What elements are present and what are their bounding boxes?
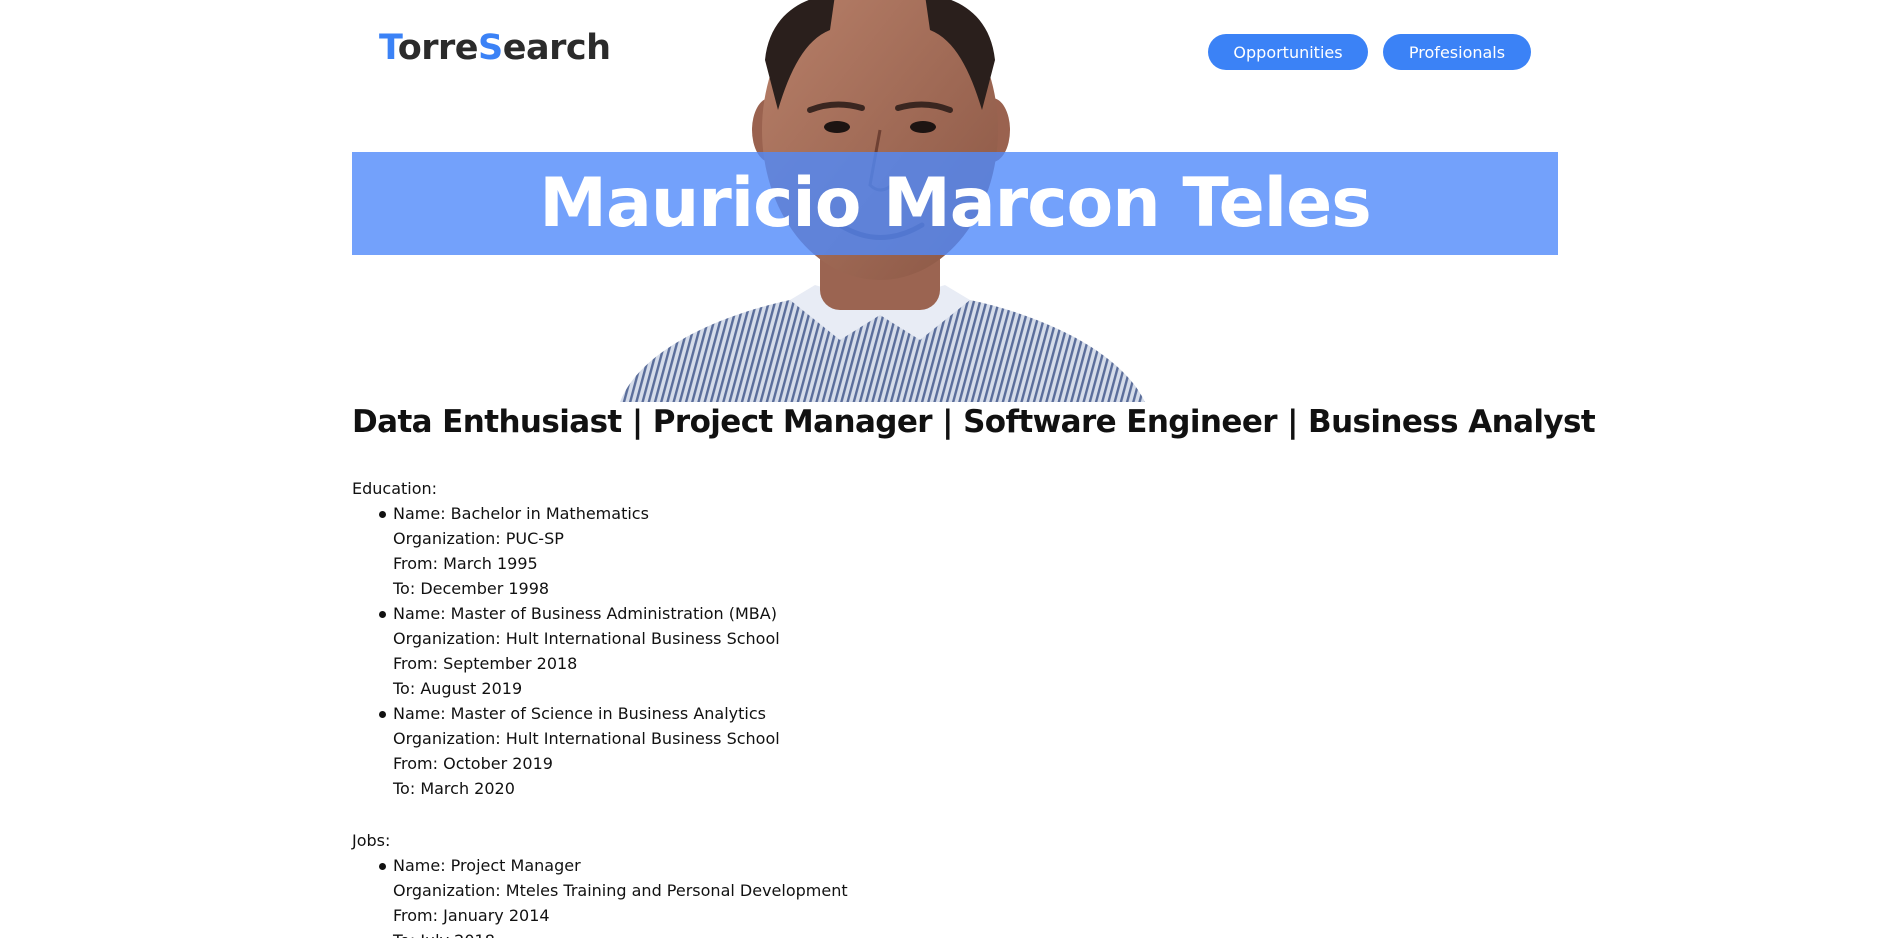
education-organization: Organization: Hult International Busines… bbox=[393, 729, 780, 748]
logo[interactable]: TorreSearch bbox=[379, 28, 611, 68]
profesionals-button[interactable]: Profesionals bbox=[1383, 34, 1531, 70]
bullet-icon bbox=[379, 863, 386, 870]
job-to: To: July 2018 bbox=[393, 928, 848, 938]
bullet-icon bbox=[379, 511, 386, 518]
jobs-label: Jobs: bbox=[352, 831, 391, 850]
profile-page: TorreSearch Opportunities Profesionals M… bbox=[0, 0, 1903, 938]
education-section: Education: Name: Bachelor in Mathematics… bbox=[352, 476, 780, 801]
education-list: Name: Bachelor in Mathematics Organizati… bbox=[352, 501, 780, 801]
logo-letter-t: T bbox=[379, 28, 398, 68]
education-item: Name: Master of Business Administration … bbox=[352, 601, 780, 701]
education-organization: Organization: PUC-SP bbox=[393, 529, 564, 548]
education-item: Name: Bachelor in Mathematics Organizati… bbox=[352, 501, 780, 601]
profile-name: Mauricio Marcon Teles bbox=[539, 164, 1371, 243]
education-from: From: October 2019 bbox=[393, 754, 553, 773]
job-item: Name: Project Manager Organization: Mtel… bbox=[352, 853, 848, 938]
education-to: To: August 2019 bbox=[393, 679, 523, 698]
education-from: From: March 1995 bbox=[393, 554, 538, 573]
education-organization: Organization: Hult International Busines… bbox=[393, 629, 780, 648]
name-banner: Mauricio Marcon Teles bbox=[352, 152, 1558, 255]
profile-headline: Data Enthusiast | Project Manager | Soft… bbox=[352, 404, 1596, 440]
job-from: From: January 2014 bbox=[393, 906, 550, 925]
logo-text-orre: orre bbox=[397, 28, 479, 68]
education-name: Name: Bachelor in Mathematics bbox=[393, 504, 649, 523]
bullet-icon bbox=[379, 611, 386, 618]
education-item: Name: Master of Science in Business Anal… bbox=[352, 701, 780, 801]
jobs-section: Jobs: Name: Project Manager Organization… bbox=[352, 828, 848, 938]
education-label: Education: bbox=[352, 479, 438, 498]
education-to: To: March 2020 bbox=[393, 779, 515, 798]
education-name: Name: Master of Business Administration … bbox=[393, 604, 777, 623]
education-to: To: December 1998 bbox=[393, 579, 550, 598]
opportunities-button[interactable]: Opportunities bbox=[1208, 34, 1368, 70]
job-organization: Organization: Mteles Training and Person… bbox=[393, 881, 848, 900]
bullet-icon bbox=[379, 711, 386, 718]
jobs-list: Name: Project Manager Organization: Mtel… bbox=[352, 853, 848, 938]
job-name: Name: Project Manager bbox=[393, 856, 581, 875]
education-name: Name: Master of Science in Business Anal… bbox=[393, 704, 766, 723]
logo-text-earch: earch bbox=[502, 28, 611, 68]
education-from: From: September 2018 bbox=[393, 654, 578, 673]
logo-letter-s: S bbox=[478, 28, 503, 68]
